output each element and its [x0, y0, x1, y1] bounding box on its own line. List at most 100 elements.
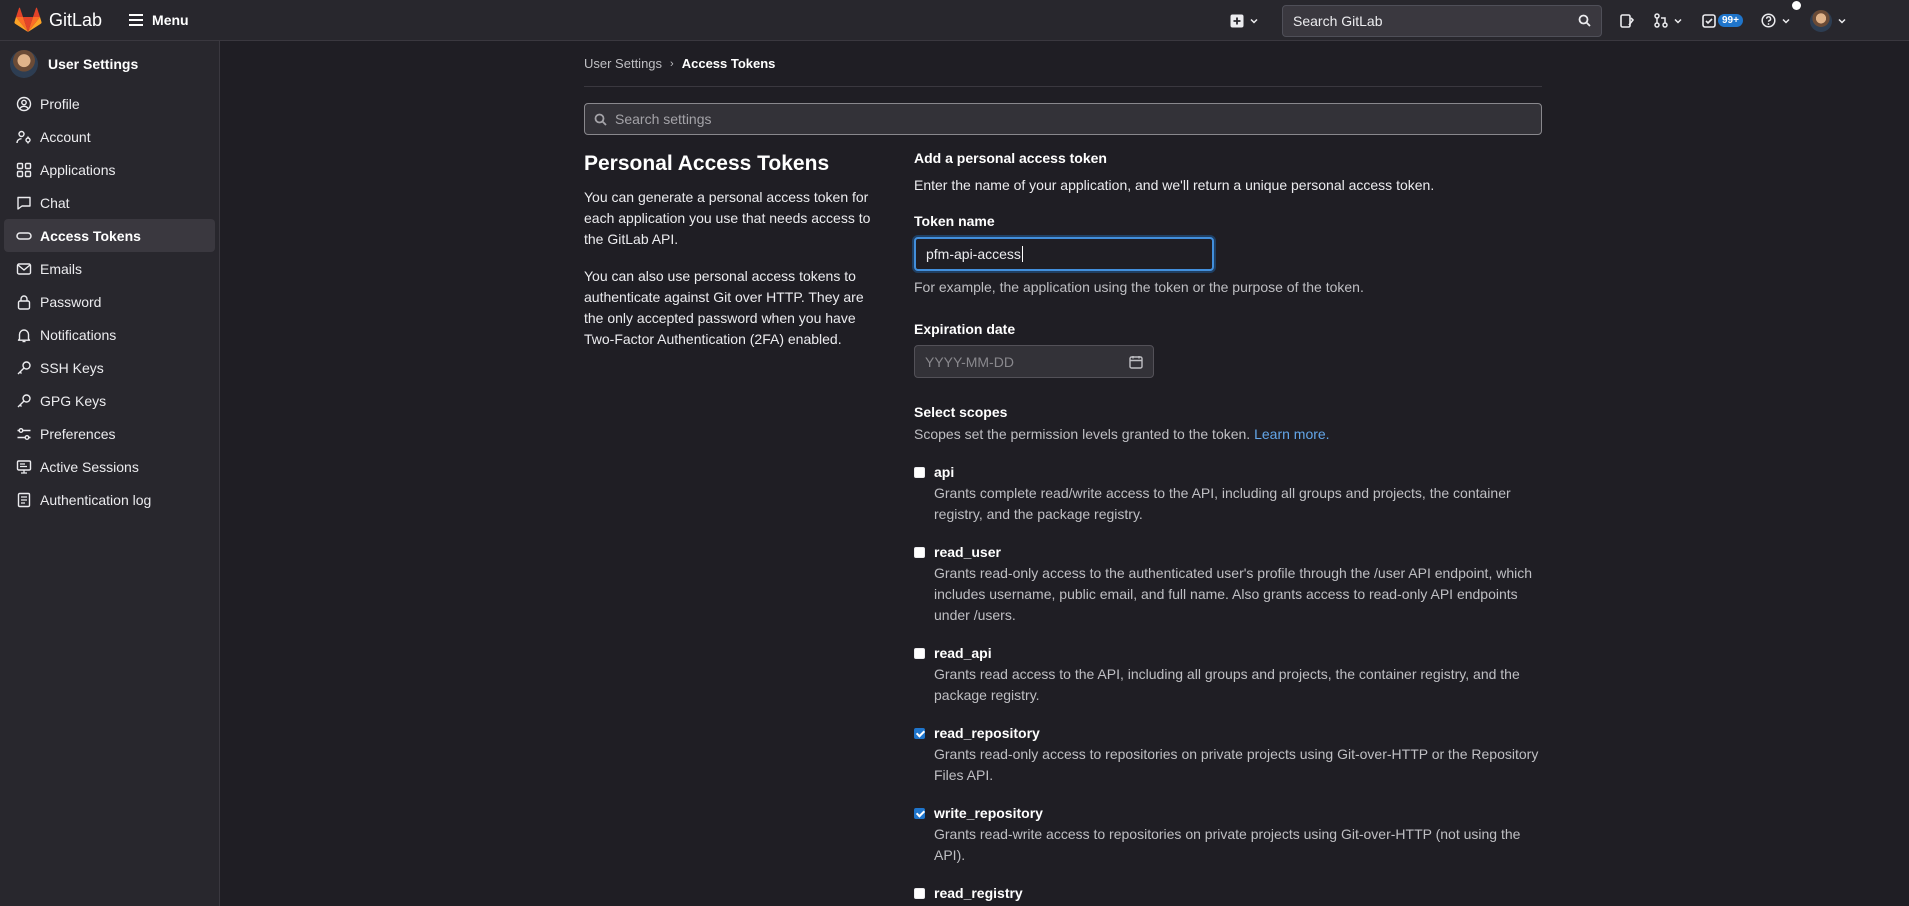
sidebar-item-label: Authentication log [40, 491, 152, 508]
issues-button[interactable] [1620, 13, 1634, 28]
scope-write-repository: write_repository Grants read-write access… [914, 804, 1542, 866]
scope-description: Grants read-write access to repositories… [934, 826, 1521, 863]
intro-column: Personal Access Tokens You can generate … [584, 150, 914, 906]
expiration-date-input[interactable]: YYYY-MM-DD [914, 345, 1154, 378]
token-name-help: For example, the application using the t… [914, 279, 1364, 295]
sidebar-item-chat[interactable]: Chat [4, 186, 215, 219]
expiration-placeholder: YYYY-MM-DD [925, 353, 1014, 370]
global-search-placeholder: Search GitLab [1293, 12, 1383, 29]
user-menu-dropdown[interactable] [1809, 9, 1846, 32]
scope-checkbox[interactable] [914, 808, 925, 819]
menu-button[interactable]: Menu [129, 12, 189, 28]
global-search-input[interactable]: Search GitLab [1282, 4, 1602, 37]
sidebar-item-label: Active Sessions [40, 458, 139, 475]
scopes-help: Scopes set the permission levels granted… [914, 424, 1542, 445]
scope-name[interactable]: read_api [934, 644, 1542, 662]
key-icon [17, 360, 31, 374]
chevron-down-icon [1838, 18, 1846, 24]
scope-description: Grants read-only access to the authentic… [934, 565, 1533, 623]
token-name-value: pfm-api-access [926, 246, 1021, 262]
chevron-down-icon [1250, 18, 1258, 24]
scope-checkbox[interactable] [914, 648, 925, 659]
plus-square-icon [1230, 14, 1244, 27]
sidebar-item-label: Password [40, 293, 102, 310]
merge-request-icon [1654, 13, 1668, 28]
sidebar-item-label: Access Tokens [40, 227, 141, 244]
sidebar-item-ssh-keys[interactable]: SSH Keys [4, 351, 215, 384]
breadcrumb-parent[interactable]: User Settings [584, 56, 662, 71]
breadcrumb-separator: › [670, 57, 674, 70]
scopes-help-text: Scopes set the permission levels granted… [914, 426, 1251, 442]
todos-button[interactable]: 99+ [1702, 13, 1743, 28]
preferences-icon [17, 427, 31, 440]
token-name-label: Token name [914, 213, 995, 229]
sidebar-item-notifications[interactable]: Notifications [4, 318, 215, 351]
scope-checkbox[interactable] [914, 547, 925, 558]
hamburger-icon [129, 14, 144, 26]
applications-icon [16, 162, 32, 177]
scope-name[interactable]: read_registry [934, 884, 1384, 902]
settings-search-input[interactable]: Search settings [584, 103, 1542, 135]
scope-name[interactable]: api [934, 463, 1542, 481]
sidebar-item-account[interactable]: Account [4, 120, 215, 153]
search-icon [594, 113, 607, 126]
sidebar-item-label: Emails [40, 260, 83, 277]
sidebar-item-active-sessions[interactable]: Active Sessions [4, 450, 215, 483]
scope-read-repository: read_repository Grants read-only access t… [914, 724, 1542, 786]
text-caret [1021, 246, 1023, 262]
chat-icon [17, 196, 31, 210]
sidebar-avatar [10, 50, 38, 78]
token-form: Add a personal access token Enter the na… [914, 150, 1542, 906]
main-content: User Settings › Access Tokens Search set… [584, 41, 1542, 906]
token-section: Personal Access Tokens You can generate … [584, 150, 1542, 906]
sidebar-item-label: Preferences [40, 425, 116, 442]
sidebar-item-profile[interactable]: Profile [4, 87, 215, 120]
monitor-icon [16, 459, 32, 474]
sidebar-item-applications[interactable]: Applications [4, 153, 215, 186]
sidebar-item-access-tokens[interactable]: Access Tokens [4, 219, 215, 252]
help-icon [1761, 13, 1776, 28]
bell-icon [17, 328, 31, 342]
scope-text: read_repository Grants read-only access t… [934, 724, 1542, 786]
help-dropdown[interactable] [1761, 13, 1790, 28]
scope-checkbox[interactable] [914, 888, 925, 899]
scopes-list: api Grants complete read/write access to … [914, 463, 1542, 906]
scope-checkbox[interactable] [914, 728, 925, 739]
scopes-label: Select scopes [914, 404, 1008, 420]
user-avatar [1809, 9, 1832, 32]
top-right-controls: Search GitLab 99+ [1230, 0, 1846, 41]
calendar-icon[interactable] [1129, 355, 1143, 369]
sidebar-item-password[interactable]: Password [4, 285, 215, 318]
scope-name[interactable]: write_repository [934, 804, 1542, 822]
sidebar-item-emails[interactable]: Emails [4, 252, 215, 285]
issues-icon [1620, 13, 1634, 28]
scope-text: api Grants complete read/write access to … [934, 463, 1542, 525]
account-icon [16, 130, 31, 143]
learn-more-link[interactable]: Learn more. [1254, 426, 1329, 442]
settings-sidebar: User Settings Profile Account Applications… [0, 41, 220, 906]
sidebar-header[interactable]: User Settings [0, 41, 219, 87]
scope-name[interactable]: read_repository [934, 724, 1542, 742]
scope-text: write_repository Grants read-write access… [934, 804, 1542, 866]
scope-read-api: read_api Grants read access to the API, i… [914, 644, 1542, 706]
scope-text: read_registryGrants read-only access to … [934, 884, 1384, 906]
lock-icon [17, 294, 31, 310]
scope-name[interactable]: read_user [934, 543, 1542, 561]
new-item-dropdown[interactable] [1230, 14, 1258, 28]
merge-requests-dropdown[interactable] [1654, 13, 1682, 28]
page-title: Personal Access Tokens [584, 152, 830, 175]
sidebar-item-label: Notifications [40, 326, 117, 343]
scope-description: Grants complete read/write access to the… [934, 485, 1511, 522]
top-navbar: GitLab Menu Search GitLab 99+ [0, 0, 1909, 41]
sidebar-item-gpg-keys[interactable]: GPG Keys [4, 384, 215, 417]
sidebar-item-authentication-log[interactable]: Authentication log [4, 483, 215, 516]
sidebar-item-label: Account [40, 128, 91, 145]
key-icon [17, 393, 31, 407]
scope-checkbox[interactable] [914, 467, 925, 478]
brand-home-link[interactable]: GitLab [14, 7, 102, 33]
form-description: Enter the name of your application, and … [914, 177, 1435, 193]
breadcrumb-current[interactable]: Access Tokens [682, 56, 776, 71]
sidebar-item-preferences[interactable]: Preferences [4, 417, 215, 450]
token-name-input[interactable]: pfm-api-access [914, 237, 1214, 271]
settings-search-placeholder: Search settings [615, 111, 712, 127]
